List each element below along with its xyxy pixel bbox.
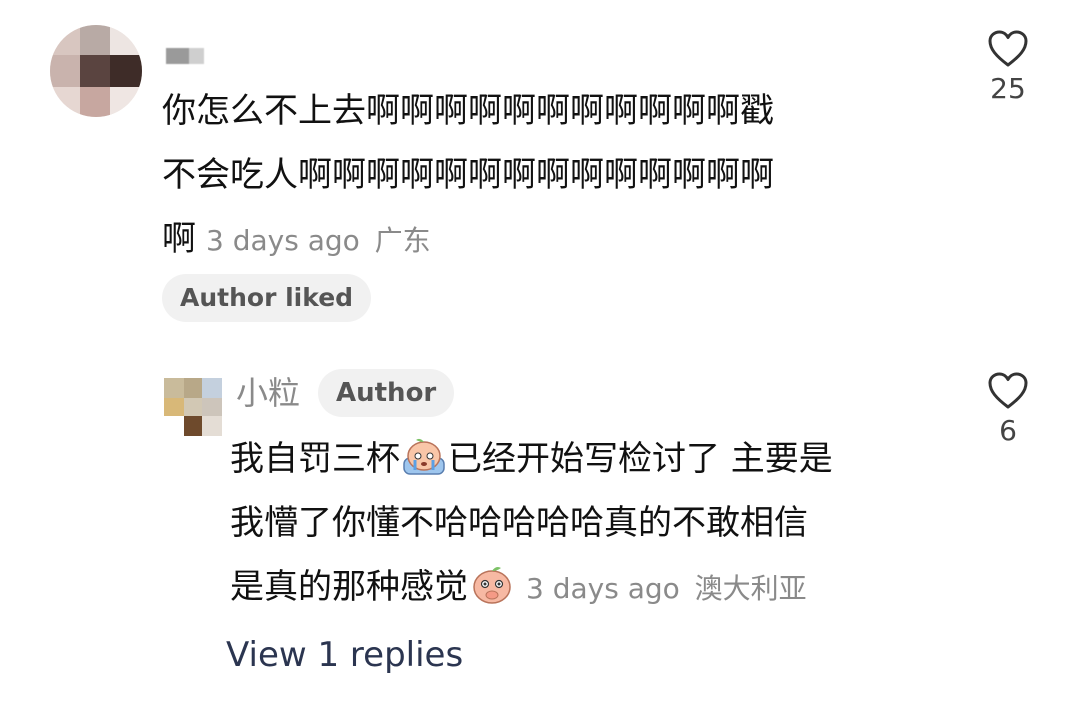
crying-peach-icon [403,438,445,475]
comment-text-line-1: 你怎么不上去啊啊啊啊啊啊啊啊啊啊啊戳 [162,91,774,131]
comment-text-line-3: 啊 3 days ago 广东 [162,210,431,270]
reply-text-tail: 是真的那种感觉 [230,567,468,607]
like-button[interactable]: 25 [968,30,1048,105]
heart-icon[interactable] [988,372,1028,410]
comment-text-tail: 啊 [162,219,196,259]
reply-text-line-2: 我懵了你懂不哈哈哈哈哈真的不敢相信 [230,503,808,543]
like-count: 25 [990,72,1026,105]
author-liked-badge: Author liked [162,274,372,322]
reply-avatar[interactable] [164,378,222,436]
reply-like-button[interactable]: 6 [968,372,1048,447]
heart-icon[interactable] [988,30,1028,68]
reply-text-line-3: 是真的那种感觉 3 days ago 澳大利亚 [230,558,807,618]
comment-text-line-2: 不会吃人啊啊啊啊啊啊啊啊啊啊啊啊啊啊 [162,155,774,195]
reply-text-line-1: 我自罚三杯 已经开始写检讨了 主要是 [230,430,833,488]
avatar[interactable] [50,25,142,117]
reply-like-count: 6 [999,414,1017,447]
reply-location: 澳大利亚 [694,572,807,605]
reply-text-part-1: 我自罚三杯 [230,439,400,479]
reply-time: 3 days ago [526,572,680,605]
reply-username[interactable]: 小粒 [236,370,300,416]
view-replies-link[interactable]: View 1 replies [226,630,463,680]
username-redacted[interactable] [166,48,204,64]
reply-text-part-2: 已经开始写检讨了 主要是 [448,439,833,479]
shy-peach-icon [473,567,511,604]
comment-location: 广东 [374,224,431,257]
comment-time: 3 days ago [206,224,360,257]
author-badge: Author [318,369,455,417]
